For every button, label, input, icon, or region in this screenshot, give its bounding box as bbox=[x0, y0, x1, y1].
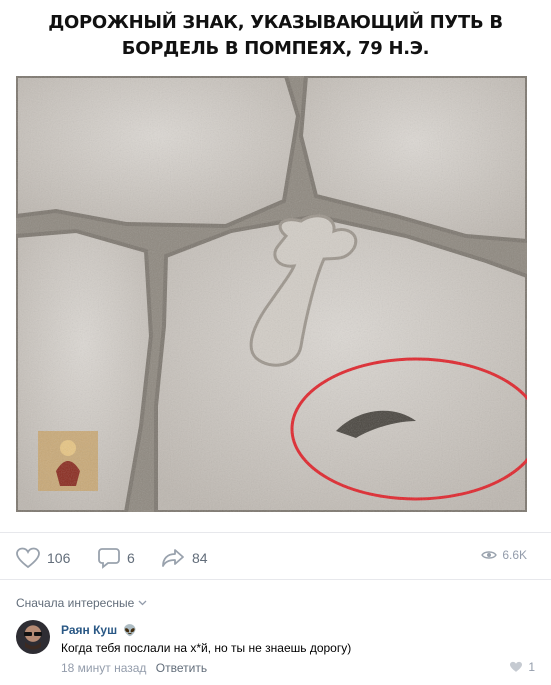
comment-time[interactable]: 18 минут назад bbox=[61, 661, 146, 675]
comment-button[interactable]: 6 bbox=[98, 547, 135, 569]
heart-icon bbox=[16, 547, 40, 569]
commenter-avatar[interactable] bbox=[16, 620, 50, 654]
post-photo[interactable] bbox=[16, 76, 527, 512]
views-counter: 6.6K bbox=[481, 548, 527, 562]
avatar-image bbox=[24, 632, 42, 650]
pompeii-street-image bbox=[16, 76, 527, 512]
views-count: 6.6K bbox=[502, 548, 527, 562]
like-button[interactable]: 106 bbox=[16, 547, 70, 569]
comment-text: Когда тебя послали на х*й, но ты не знае… bbox=[61, 641, 352, 655]
comments-sort-dropdown[interactable]: Сначала интересные bbox=[16, 596, 147, 610]
reply-button[interactable]: Ответить bbox=[156, 661, 207, 675]
comment-count: 6 bbox=[127, 550, 135, 566]
post-title-line-2: БОРДЕЛЬ В ПОМПЕЯХ, 79 Н.Э. bbox=[121, 38, 430, 59]
chevron-down-icon bbox=[138, 600, 147, 606]
comment-author-name: Раян Куш bbox=[61, 623, 118, 637]
comment-like-button[interactable]: 1 bbox=[509, 660, 535, 674]
alien-icon: 👽 bbox=[123, 624, 137, 637]
post-title: ДОРОЖНЫЙ ЗНАК, УКАЗЫВАЮЩИЙ ПУТЬ В БОРДЕЛ… bbox=[0, 10, 551, 62]
heart-icon bbox=[510, 661, 523, 672]
comment-icon bbox=[98, 548, 120, 569]
post-title-line-1: ДОРОЖНЫЙ ЗНАК, УКАЗЫВАЮЩИЙ ПУТЬ В bbox=[48, 12, 503, 33]
comment-item: Раян Куш 👽 Когда тебя послали на х*й, но… bbox=[16, 620, 535, 676]
comment-like-count: 1 bbox=[528, 660, 535, 674]
share-count: 84 bbox=[192, 550, 208, 566]
share-button[interactable]: 84 bbox=[161, 547, 208, 569]
share-icon bbox=[162, 549, 184, 567]
comments-sort-label: Сначала интересные bbox=[16, 596, 135, 610]
comment-author[interactable]: Раян Куш 👽 bbox=[61, 623, 137, 637]
like-count: 106 bbox=[47, 550, 71, 566]
eye-icon bbox=[481, 551, 498, 559]
comment-meta: 18 минут назад Ответить bbox=[61, 661, 207, 675]
post-actions-bar: 106 6 84 6.6K bbox=[0, 532, 551, 580]
